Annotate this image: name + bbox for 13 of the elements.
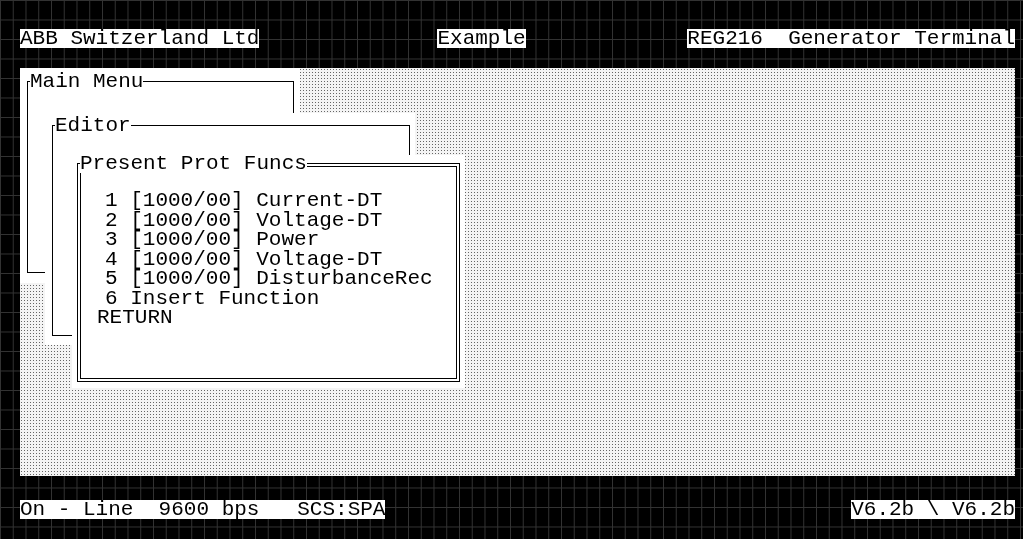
window-title: Present Prot Funcs — [80, 154, 307, 173]
function-option[interactable]: 2 [1000/00] Voltage-DT — [105, 210, 383, 230]
header-product: REG216 Generator Terminal — [687, 29, 1015, 48]
function-option[interactable]: 5 [1000/00] DisturbanceRec — [105, 269, 433, 288]
header-title: Example — [437, 29, 526, 48]
return-option[interactable]: RETURN — [97, 308, 173, 327]
function-option[interactable]: 3 [1000/00] Power — [105, 230, 320, 249]
connection-status: On - Line 9600 bps SCS:SPA — [20, 500, 386, 519]
function-option[interactable]: 6 Insert Function — [105, 288, 320, 308]
function-option[interactable]: 4 [1000/00] Voltage-DT — [105, 249, 383, 269]
header-company: ABB Switzerland Ltd — [20, 29, 260, 48]
function-option[interactable]: 1 [1000/00] Current-DT — [105, 191, 383, 210]
version-info: V6.2b \ V6.2b — [851, 500, 1015, 519]
